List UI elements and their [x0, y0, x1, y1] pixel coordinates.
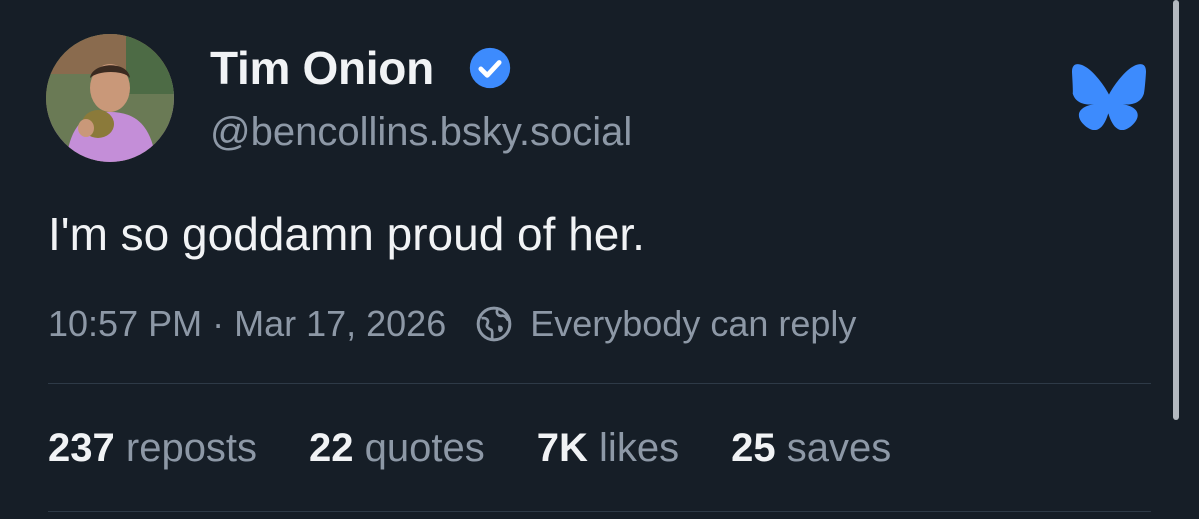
post-date[interactable]: Mar 17, 2026 — [234, 296, 446, 352]
scrollbar[interactable] — [1173, 0, 1179, 420]
likes-label: likes — [599, 426, 680, 470]
quotes-stat[interactable]: 22 quotes — [309, 420, 485, 476]
verified-badge-icon — [469, 47, 511, 89]
author-display-name[interactable]: Tim Onion — [210, 38, 434, 98]
globe-icon — [476, 306, 512, 342]
avatar-image — [46, 34, 174, 162]
divider-top — [48, 383, 1151, 384]
reply-setting[interactable]: Everybody can reply — [530, 296, 856, 352]
likes-stat[interactable]: 7K likes — [537, 420, 679, 476]
saves-stat[interactable]: 25 saves — [731, 420, 891, 476]
engagement-stats: 237 reposts 22 quotes 7K likes 25 saves — [48, 420, 943, 476]
quotes-label: quotes — [364, 426, 485, 470]
meta-separator: · — [212, 303, 225, 344]
quotes-count: 22 — [309, 426, 354, 470]
likes-count: 7K — [536, 426, 588, 470]
avatar[interactable] — [46, 34, 174, 162]
author-handle[interactable]: @bencollins.bsky.social — [210, 104, 632, 160]
reposts-count: 237 — [48, 426, 115, 470]
reposts-stat[interactable]: 237 reposts — [48, 420, 257, 476]
divider-bottom — [48, 511, 1151, 512]
reposts-label: reposts — [125, 426, 258, 470]
post-meta: 10:57 PM · Mar 17, 2026 Everybody can re… — [48, 296, 856, 352]
saves-label: saves — [786, 426, 892, 470]
post-text: I'm so goddamn proud of her. — [48, 208, 645, 260]
bluesky-butterfly-icon — [1072, 64, 1146, 130]
saves-count: 25 — [731, 426, 776, 470]
post-time[interactable]: 10:57 PM — [48, 296, 202, 352]
